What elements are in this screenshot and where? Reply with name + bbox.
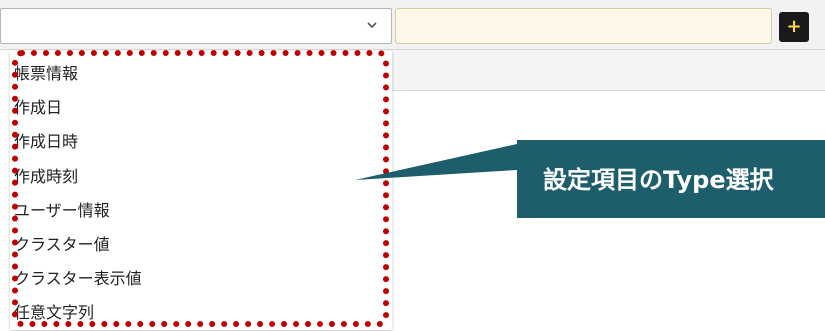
dropdown-option[interactable]: クラスター表示値 (10, 262, 392, 296)
type-dropdown-list: 帳票情報 作成日 作成日時 作成時刻 ユーザー情報 クラスター値 クラスター表示… (10, 51, 392, 330)
toolbar: + (0, 0, 825, 50)
chevron-down-icon (367, 22, 377, 29)
callout: 設定項目のType選択 (355, 140, 825, 220)
callout-box: 設定項目のType選択 (517, 140, 825, 218)
dropdown-option[interactable]: ユーザー情報 (10, 194, 392, 228)
dropdown-option[interactable]: 作成日時 (10, 125, 392, 159)
add-button[interactable]: + (779, 12, 809, 42)
secondary-bar (392, 50, 825, 91)
value-input[interactable] (395, 8, 772, 44)
plus-icon: + (786, 16, 802, 37)
type-select[interactable] (0, 8, 392, 44)
dropdown-option[interactable]: 作成時刻 (10, 160, 392, 194)
dropdown-option[interactable]: 帳票情報 (10, 57, 392, 91)
dropdown-option[interactable]: 任意文字列 (10, 296, 392, 330)
callout-text: 設定項目のType選択 (543, 166, 774, 194)
dropdown-option[interactable]: 作成日 (10, 91, 392, 125)
dropdown-option[interactable]: クラスター値 (10, 228, 392, 262)
